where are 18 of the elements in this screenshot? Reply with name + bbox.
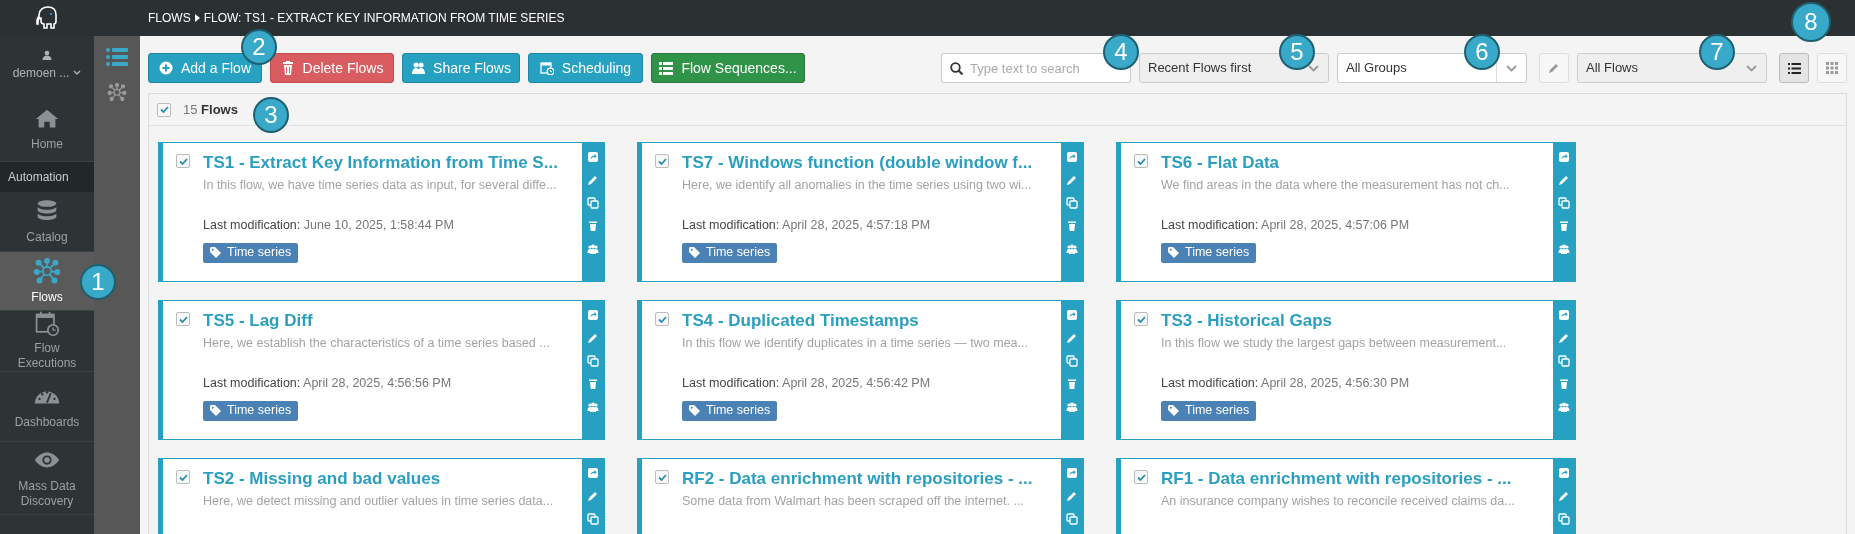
flow-description: In this flow we identify duplicates in a time series — two mea... — [682, 335, 1029, 352]
flow-description: We find areas in the data where the measurement has not ch... — [1161, 177, 1511, 194]
flow-description: An insurance company wishes to reconcile received claims da... — [1161, 493, 1516, 510]
last-modification-text: Last modification: June 10, 2025, 1:58:44 PM — [203, 217, 455, 234]
last-modification-text: Last modification: April 28, 2025, 4:56:30 PM — [1161, 375, 1411, 392]
flow-description: Here, we establish the characteristics of a time series based ... — [203, 335, 551, 352]
last-modification-text: Last modification: April 28, 2025, 4:57:18 PM — [682, 217, 932, 234]
nav-section-label: Automation — [0, 162, 94, 192]
last-modification-text: Last modification: April 28, 2025, 4:56:56 PM — [203, 375, 453, 392]
flow-description: In this flow, we have time series data as input, for several diffe... — [203, 177, 558, 194]
flow-description: Here, we detect missing and outlier values in time series data... — [203, 493, 555, 510]
last-modification-text: Last modification: April 28, 2025, 4:57:06 PM — [1161, 217, 1411, 234]
flow-description: In this flow we study the largest gaps between measurement... — [1161, 335, 1508, 352]
last-modification-text: Last modification: April 28, 2025, 4:56:42 PM — [682, 375, 932, 392]
flow-count: 15 Flows — [183, 100, 238, 119]
flow-description: Some data from Walmart has been scraped off the internet. ... — [682, 493, 1025, 510]
flow-description: Here, we identify all anomalies in the time series using two wi... — [682, 177, 1033, 194]
callout-number-overlay: 4 — [1103, 34, 1139, 70]
